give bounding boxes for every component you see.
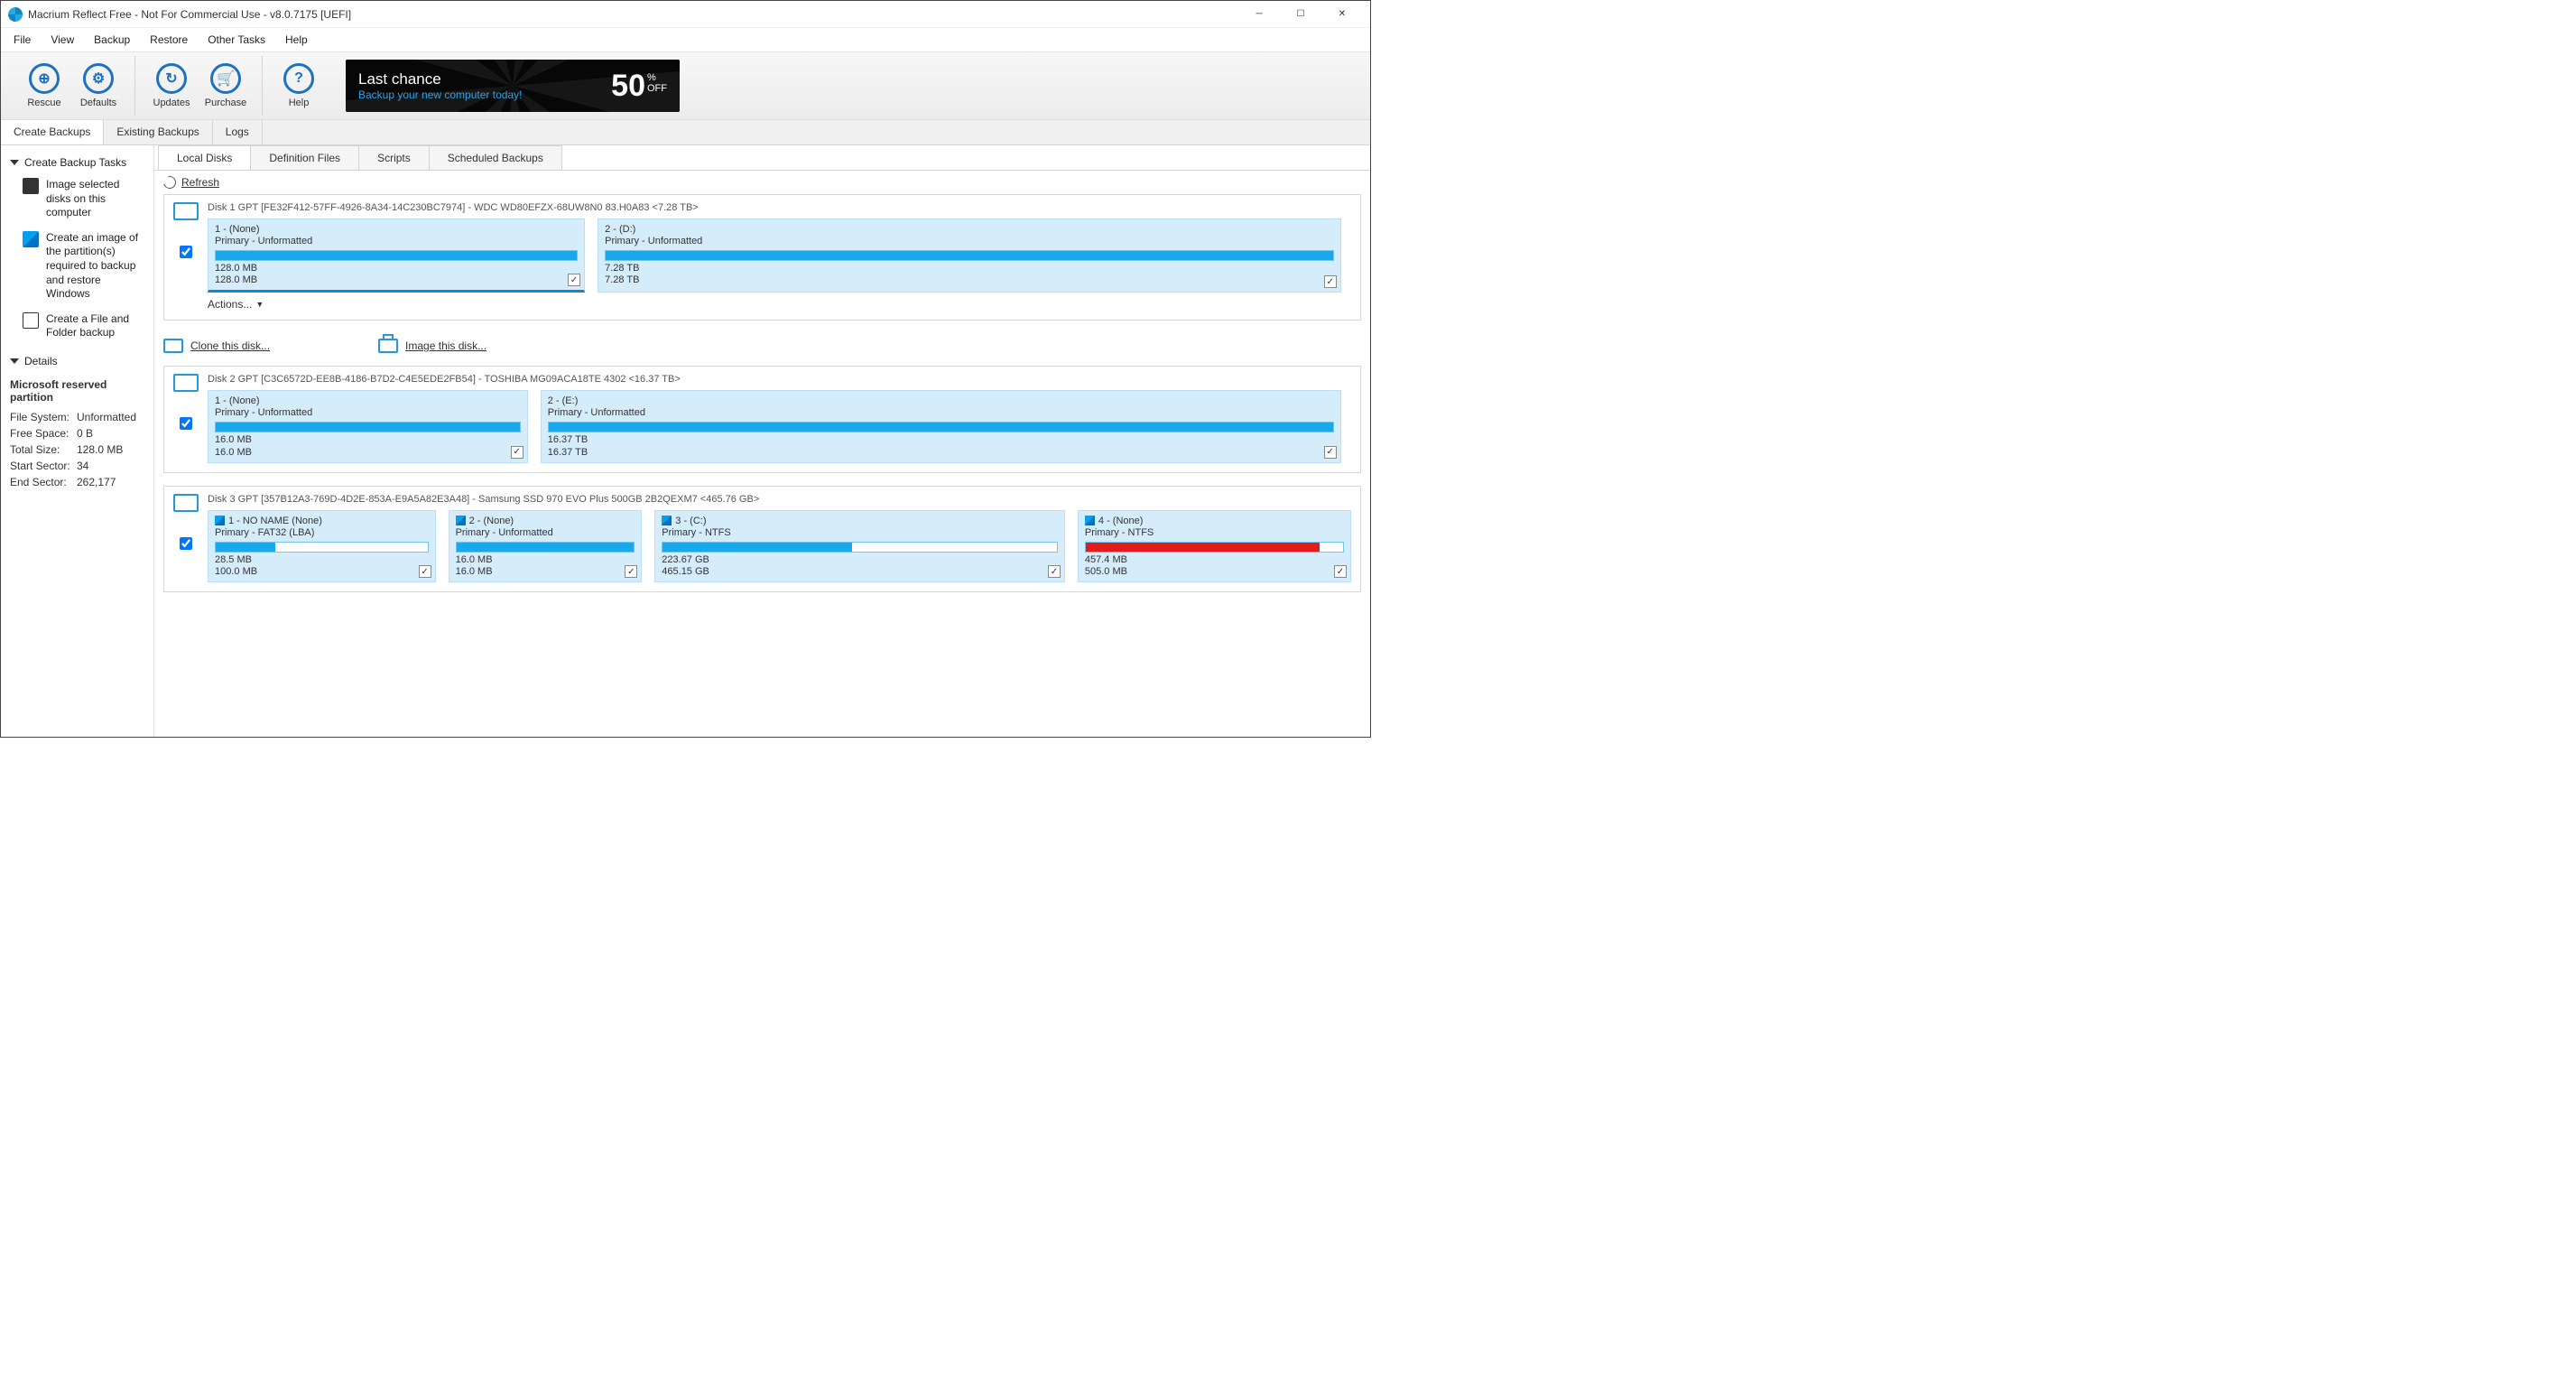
refresh-link[interactable]: Refresh [181, 176, 219, 189]
clone-disk-link[interactable]: Clone this disk... [163, 339, 270, 353]
partition-checkbox[interactable]: ✓ [1048, 565, 1061, 578]
menu-backup[interactable]: Backup [85, 30, 139, 50]
refresh-icon: ↻ [156, 63, 187, 94]
menu-help[interactable]: Help [276, 30, 317, 50]
disk-card: Disk 3 GPT [357B12A3-769D-4D2E-853A-E9A5… [163, 486, 1361, 592]
disk-title: Disk 2 GPT [C3C6572D-EE8B-4186-B7D2-C4E5… [208, 374, 1351, 385]
partition[interactable]: 1 - (None)Primary - Unformatted128.0 MB1… [208, 218, 585, 293]
sidebar-header-details[interactable]: Details [5, 351, 150, 371]
partition[interactable]: 2 - (D:)Primary - Unformatted7.28 TB7.28… [598, 218, 1341, 293]
usage-bar [215, 250, 578, 261]
sidebar: Create Backup Tasks Image selected disks… [1, 145, 154, 737]
close-button[interactable]: ✕ [1321, 1, 1363, 28]
window-title: Macrium Reflect Free - Not For Commercia… [28, 8, 1238, 21]
disk-title: Disk 3 GPT [357B12A3-769D-4D2E-853A-E9A5… [208, 494, 1351, 505]
refresh-icon [161, 173, 178, 191]
help-button[interactable]: ? Help [277, 63, 320, 108]
disk-icon [173, 202, 199, 220]
collapse-icon [10, 160, 19, 165]
tab-existing-backups[interactable]: Existing Backups [104, 120, 212, 144]
windows-icon [23, 231, 39, 247]
defaults-button[interactable]: ⚙ Defaults [77, 63, 120, 108]
image-icon [378, 339, 398, 353]
minimize-button[interactable]: ─ [1238, 1, 1280, 28]
subtab-scheduled[interactable]: Scheduled Backups [429, 145, 562, 170]
usage-bar [605, 250, 1334, 261]
usage-bar [1085, 542, 1344, 553]
updates-button[interactable]: ↻ Updates [150, 63, 193, 108]
main-panel: Local Disks Definition Files Scripts Sch… [154, 145, 1370, 737]
partition[interactable]: 2 - (None)Primary - Unformatted16.0 MB16… [449, 510, 643, 582]
disk-card: Disk 1 GPT [FE32F412-57FF-4926-8A34-14C2… [163, 194, 1361, 321]
partition[interactable]: 4 - (None)Primary - NTFS457.4 MB505.0 MB… [1078, 510, 1351, 582]
titlebar: Macrium Reflect Free - Not For Commercia… [1, 1, 1370, 28]
usage-bar [548, 422, 1334, 432]
windows-icon [215, 516, 225, 525]
clone-icon [163, 339, 183, 353]
tab-create-backups[interactable]: Create Backups [1, 120, 104, 144]
details-panel: Microsoft reserved partition File System… [5, 371, 150, 494]
menu-view[interactable]: View [42, 30, 83, 50]
usage-bar [215, 422, 521, 432]
app-icon [8, 7, 23, 22]
partition-checkbox[interactable]: ✓ [1324, 446, 1337, 459]
subtab-scripts[interactable]: Scripts [358, 145, 430, 170]
usage-bar [662, 542, 1058, 553]
menubar: File View Backup Restore Other Tasks Hel… [1, 28, 1370, 51]
purchase-button[interactable]: 🛒 Purchase [204, 63, 247, 108]
partition-checkbox[interactable]: ✓ [568, 274, 580, 286]
partition-checkbox[interactable]: ✓ [1324, 275, 1337, 288]
partition[interactable]: 3 - (C:)Primary - NTFS223.67 GB465.15 GB… [654, 510, 1065, 582]
lifebuoy-icon: ⊕ [29, 63, 60, 94]
rescue-button[interactable]: ⊕ Rescue [23, 63, 66, 108]
help-icon: ? [283, 63, 314, 94]
toolbar: ⊕ Rescue ⚙ Defaults ↻ Updates 🛒 Purchase… [1, 51, 1370, 120]
disk-checkbox[interactable] [180, 417, 192, 430]
subtabs: Local Disks Definition Files Scripts Sch… [154, 145, 1370, 171]
windows-icon [456, 516, 466, 525]
disk-icon [173, 374, 199, 392]
tab-logs[interactable]: Logs [213, 120, 263, 144]
disk-title: Disk 1 GPT [FE32F412-57FF-4926-8A34-14C2… [208, 202, 1351, 213]
actions-dropdown[interactable]: Actions... ▼ [173, 293, 1351, 311]
partition-checkbox[interactable]: ✓ [1334, 565, 1347, 578]
partition[interactable]: 2 - (E:)Primary - Unformatted16.37 TB16.… [541, 390, 1341, 462]
windows-icon [1085, 516, 1095, 525]
file-icon [23, 312, 39, 329]
subtab-definition-files[interactable]: Definition Files [250, 145, 359, 170]
usage-bar [456, 542, 635, 553]
menu-restore[interactable]: Restore [141, 30, 197, 50]
partition-checkbox[interactable]: ✓ [511, 446, 524, 459]
partition[interactable]: 1 - (None)Primary - Unformatted16.0 MB16… [208, 390, 528, 462]
windows-icon [662, 516, 672, 525]
monitor-icon [23, 178, 39, 194]
cart-icon: 🛒 [210, 63, 241, 94]
primary-tabs: Create Backups Existing Backups Logs [1, 120, 1370, 145]
details-title: Microsoft reserved partition [10, 378, 144, 404]
gear-icon: ⚙ [83, 63, 114, 94]
collapse-icon [10, 358, 19, 364]
menu-other-tasks[interactable]: Other Tasks [199, 30, 274, 50]
menu-file[interactable]: File [5, 30, 40, 50]
promo-banner[interactable]: Last chance Backup your new computer tod… [346, 60, 680, 112]
partition-checkbox[interactable]: ✓ [419, 565, 431, 578]
maximize-button[interactable]: ☐ [1280, 1, 1321, 28]
partition-checkbox[interactable]: ✓ [625, 565, 637, 578]
refresh-row: Refresh [154, 171, 1370, 194]
task-image-selected[interactable]: Image selected disks on this computer [5, 172, 150, 226]
disk-icon [173, 494, 199, 512]
sidebar-header-tasks[interactable]: Create Backup Tasks [5, 153, 150, 172]
disk-card: Disk 2 GPT [C3C6572D-EE8B-4186-B7D2-C4E5… [163, 366, 1361, 472]
disk-checkbox[interactable] [180, 246, 192, 258]
usage-bar [215, 542, 429, 553]
partition[interactable]: 1 - NO NAME (None)Primary - FAT32 (LBA)2… [208, 510, 436, 582]
disk-checkbox[interactable] [180, 537, 192, 550]
task-image-windows[interactable]: Create an image of the partition(s) requ… [5, 226, 150, 307]
task-file-folder[interactable]: Create a File and Folder backup [5, 307, 150, 346]
subtab-local-disks[interactable]: Local Disks [158, 145, 251, 170]
image-disk-link[interactable]: Image this disk... [378, 339, 486, 353]
